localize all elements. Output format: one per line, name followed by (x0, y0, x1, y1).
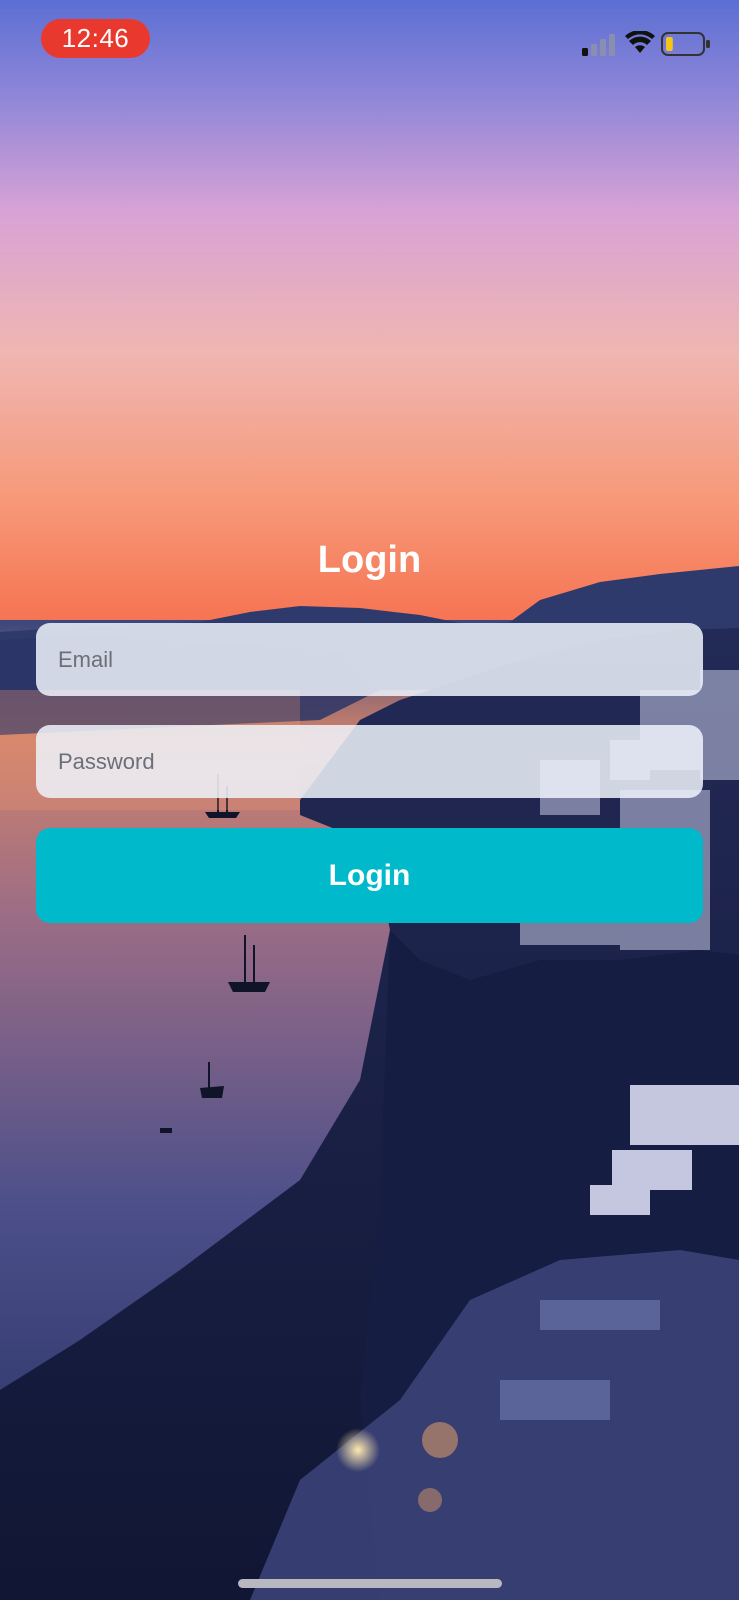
password-field[interactable] (36, 725, 703, 798)
wifi-icon (625, 31, 655, 53)
background-photo (0, 0, 739, 1600)
login-title: Login (317, 539, 422, 581)
status-time: 12:46 (41, 19, 150, 58)
cellular-signal-icon (582, 34, 615, 56)
status-bar: 12:46 (0, 0, 739, 80)
login-button[interactable]: Login (36, 828, 703, 923)
email-field[interactable] (36, 623, 703, 696)
battery-low-icon (661, 32, 710, 56)
home-indicator (238, 1579, 502, 1588)
